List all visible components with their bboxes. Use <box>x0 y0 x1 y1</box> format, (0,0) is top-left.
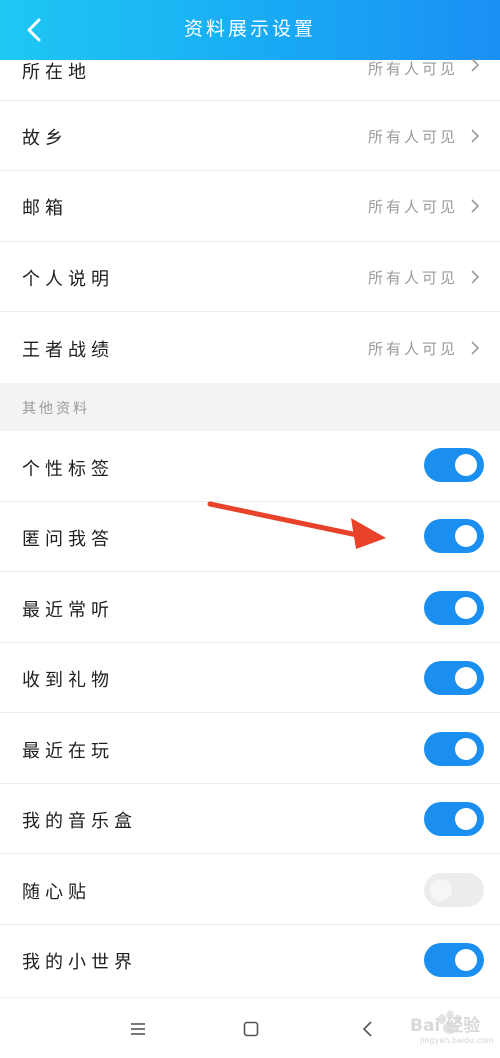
setting-label: 匿问我答 <box>22 529 114 550</box>
setting-label: 我的小世界 <box>22 952 137 973</box>
setting-label: 王者战绩 <box>22 340 114 361</box>
menu-icon <box>131 1023 145 1035</box>
toggle-row-sticky-notes: 随心贴 <box>0 854 500 925</box>
toggle-row-received-gifts: 收到礼物 <box>0 643 500 713</box>
setting-row-game-record[interactable]: 王者战绩 所有人可见 <box>0 312 500 383</box>
toggle-row-my-world: 我的小世界 <box>0 925 500 997</box>
watermark-url: jingyan.baidu.com <box>420 1036 494 1045</box>
toggle-knob <box>455 738 477 760</box>
toggle-switch[interactable] <box>424 519 484 553</box>
section-header-other-info: 其他资料 <box>0 383 500 431</box>
setting-label: 所在地 <box>22 62 91 83</box>
setting-row-bio[interactable]: 个人说明 所有人可见 <box>0 242 500 312</box>
toggle-row-music-box: 我的音乐盒 <box>0 784 500 854</box>
toggle-knob <box>455 597 477 619</box>
setting-row-hometown[interactable]: 故乡 所有人可见 <box>0 101 500 171</box>
toggle-row-recently-listened: 最近常听 <box>0 572 500 643</box>
setting-label: 个人说明 <box>22 269 114 290</box>
setting-label: 个性标签 <box>22 459 114 480</box>
watermark-brand: Bai 经验 <box>410 1016 481 1036</box>
section-title: 其他资料 <box>22 401 90 417</box>
setting-value: 所有人可见 <box>367 269 458 287</box>
setting-value: 所有人可见 <box>367 198 458 216</box>
setting-label: 收到礼物 <box>22 670 114 691</box>
setting-row-email[interactable]: 邮箱 所有人可见 <box>0 171 500 242</box>
setting-label: 我的音乐盒 <box>22 811 137 832</box>
nav-menu-button[interactable] <box>123 1014 153 1044</box>
setting-label: 随心贴 <box>22 882 91 903</box>
setting-row-location[interactable]: 所在地 所有人可见 <box>0 58 500 101</box>
setting-label: 邮箱 <box>22 198 68 219</box>
toggle-knob <box>455 667 477 689</box>
chevron-right-icon <box>471 199 480 213</box>
top-app-bar: 资料展示设置 <box>0 0 500 60</box>
setting-value: 所有人可见 <box>367 340 458 358</box>
chevron-right-icon <box>471 341 480 355</box>
toggle-row-recently-played: 最近在玩 <box>0 713 500 784</box>
setting-label: 最近常听 <box>22 600 114 621</box>
toggle-knob <box>455 454 477 476</box>
nav-back-button[interactable] <box>352 1014 382 1044</box>
toggle-switch[interactable] <box>424 802 484 836</box>
chevron-right-icon <box>471 129 480 143</box>
toggle-knob <box>430 879 452 901</box>
chevron-right-icon <box>471 270 480 284</box>
toggle-switch[interactable] <box>424 591 484 625</box>
toggle-knob <box>455 525 477 547</box>
toggle-row-anonymous-qa: 匿问我答 <box>0 502 500 572</box>
toggle-switch[interactable] <box>424 873 484 907</box>
page-title: 资料展示设置 <box>183 18 316 40</box>
setting-label: 最近在玩 <box>22 741 114 762</box>
nav-home-button[interactable] <box>236 1014 266 1044</box>
setting-value: 所有人可见 <box>367 128 458 146</box>
toggle-switch[interactable] <box>424 661 484 695</box>
setting-label: 故乡 <box>22 128 68 149</box>
setting-value: 所有人可见 <box>367 60 458 78</box>
chevron-left-icon <box>362 1021 372 1037</box>
toggle-knob <box>455 808 477 830</box>
square-home-icon <box>243 1021 259 1037</box>
toggle-switch[interactable] <box>424 448 484 482</box>
toggle-switch[interactable] <box>424 732 484 766</box>
toggle-knob <box>455 949 477 971</box>
toggle-switch[interactable] <box>424 943 484 977</box>
chevron-right-icon <box>471 58 480 72</box>
toggle-row-personal-tags: 个性标签 <box>0 431 500 502</box>
